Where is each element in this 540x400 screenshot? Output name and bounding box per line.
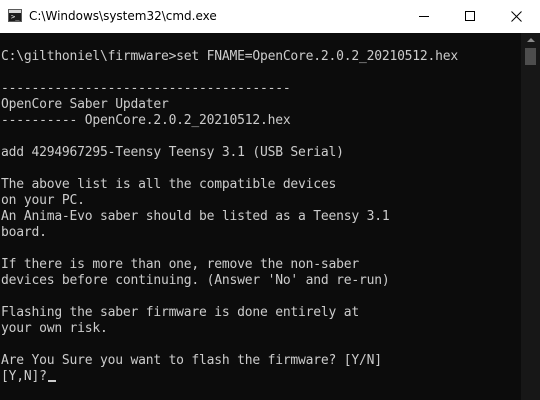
title-bar[interactable]: >_ C:\Windows\system32\cmd.exe [0, 0, 540, 33]
close-icon [511, 11, 522, 22]
window-title: C:\Windows\system32\cmd.exe [29, 9, 217, 23]
close-button[interactable] [494, 0, 540, 33]
console-line: Are You Sure you want to flash the firmw… [1, 353, 382, 368]
cmd-window: >_ C:\Windows\system32\cmd.exe C:\giltho… [0, 0, 540, 400]
console-line: board. [1, 225, 47, 240]
scrollbar-thumb[interactable] [525, 48, 536, 65]
minimize-icon [419, 16, 429, 17]
console-line: devices before continuing. (Answer 'No' … [1, 273, 390, 288]
cmd-icon[interactable]: >_ [8, 9, 22, 22]
console-line: add 4294967295-Teensy Teensy 3.1 (USB Se… [1, 145, 344, 160]
console-line: An Anima-Evo saber should be listed as a… [1, 209, 390, 224]
maximize-icon [465, 11, 475, 21]
minimize-button[interactable] [401, 0, 447, 33]
prompt-line[interactable]: [Y,N]? [1, 369, 56, 385]
console-line: ---------- OpenCore.2.0.2_20210512.hex [1, 113, 291, 128]
console-line: -------------------------------------- [1, 81, 291, 96]
maximize-button[interactable] [447, 0, 493, 33]
vertical-scrollbar[interactable] [521, 33, 540, 400]
console-line: OpenCore Saber Updater [1, 97, 169, 112]
prompt-text: [Y,N]? [1, 369, 47, 384]
text-cursor [47, 380, 56, 382]
console-line: on your PC. [1, 193, 85, 208]
scroll-up-arrow-icon[interactable] [527, 38, 535, 42]
console-output[interactable]: C:\gilthoniel\firmware>set FNAME=OpenCor… [0, 33, 521, 400]
console-line: Flashing the saber firmware is done enti… [1, 305, 359, 320]
console-line: If there is more than one, remove the no… [1, 257, 359, 272]
console-line: C:\gilthoniel\firmware>set FNAME=OpenCor… [1, 49, 459, 64]
console-line: The above list is all the compatible dev… [1, 177, 337, 192]
console-line: your own risk. [1, 321, 108, 336]
